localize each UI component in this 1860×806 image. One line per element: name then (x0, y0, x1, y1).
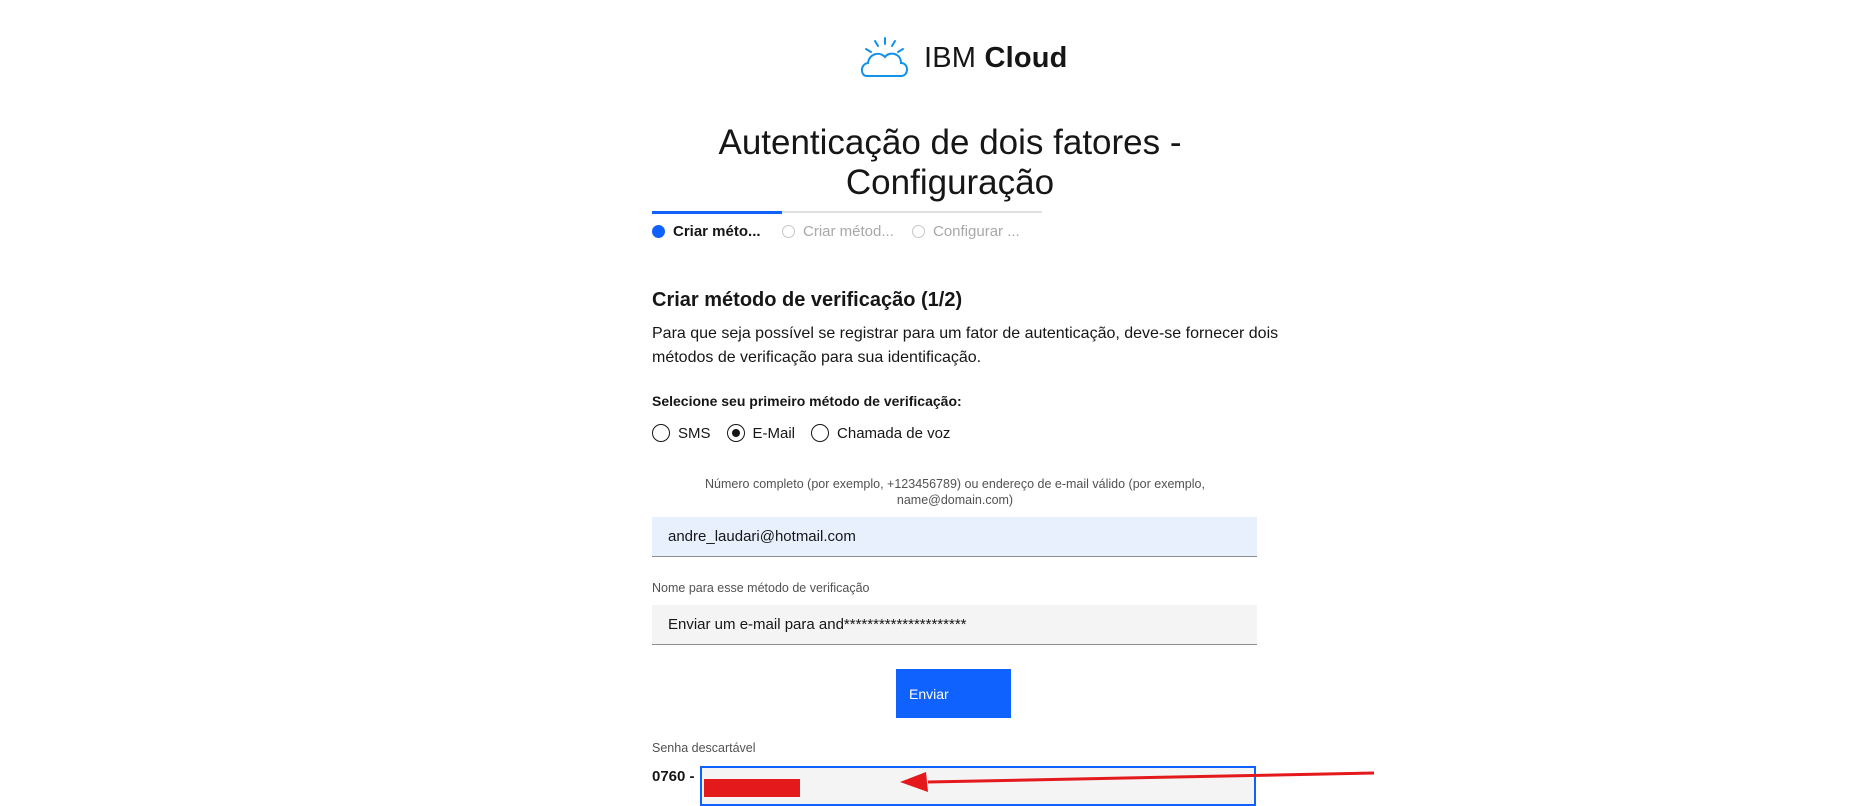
radio-unchecked-icon[interactable] (811, 424, 830, 442)
radio-email[interactable]: E-Mail (726, 424, 795, 442)
cloud-logo-icon (860, 37, 908, 77)
annotation-arrow-icon (900, 771, 1375, 792)
contact-helper-text: Número completo (por exemplo, +123456789… (705, 477, 1205, 507)
contact-input[interactable] (652, 517, 1257, 557)
progress-step-3[interactable]: Configurar ... (912, 223, 1020, 240)
step-current-icon (652, 225, 665, 238)
section-description: Para que seja possível se registrar para… (652, 325, 1279, 366)
redaction-box (704, 779, 800, 797)
method-name-input[interactable] (652, 605, 1257, 645)
ibm-cloud-logo: IBM Cloud (858, 36, 1068, 80)
step-incomplete-icon (912, 225, 925, 238)
brand-name: IBM Cloud (924, 41, 1068, 74)
step-incomplete-icon (782, 225, 795, 238)
method-radio-group: SMS E-Mail Chamada de voz (652, 424, 950, 442)
otp-label: Senha descartável (652, 741, 756, 755)
radio-sms[interactable]: SMS (652, 424, 711, 442)
otp-prefix: 0760 - (652, 768, 695, 785)
page-title: Autenticação de dois fatores - Configura… (718, 123, 1182, 203)
progress-step-2[interactable]: Criar métod... (782, 223, 894, 240)
radio-unchecked-icon[interactable] (652, 424, 670, 442)
method-select-label: Selecione seu primeiro método de verific… (652, 393, 962, 409)
progress-step-1[interactable]: Criar méto... (652, 223, 761, 240)
section-heading: Criar método de verificação (1/2) (652, 288, 963, 311)
method-name-label: Nome para esse método de verificação (652, 581, 870, 595)
radio-checked-icon[interactable] (726, 424, 745, 442)
radio-voice-call[interactable]: Chamada de voz (811, 424, 950, 442)
progress-fill (652, 211, 782, 214)
send-button[interactable]: Enviar (896, 669, 1011, 718)
